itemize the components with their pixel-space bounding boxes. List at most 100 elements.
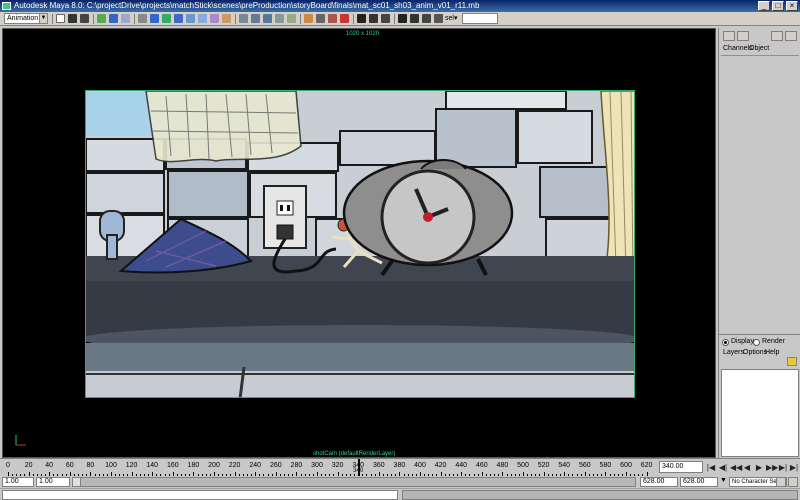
auto-key-icon[interactable] <box>776 477 786 487</box>
animation-preferences-icon[interactable] <box>788 477 798 487</box>
select-rendering-icon[interactable] <box>222 14 231 23</box>
toolbar-separator <box>52 14 53 24</box>
time-tick-label: 360 <box>372 462 385 469</box>
snap-grid-icon[interactable] <box>239 14 248 23</box>
toolbar-separator <box>353 14 354 24</box>
display-layers-radio[interactable] <box>722 339 729 346</box>
channel-box-panel: Channels Object <box>718 28 800 334</box>
lock-selection-icon[interactable] <box>138 14 147 23</box>
step-forward-frame-button[interactable]: ▶▶ <box>766 462 778 473</box>
outliner-icon[interactable] <box>398 14 407 23</box>
ipr-render-icon[interactable] <box>340 14 349 23</box>
new-scene-icon[interactable] <box>56 14 65 23</box>
camera-name-label: shotCam (defaultRenderLayer) <box>313 451 396 457</box>
select-deformations-icon[interactable] <box>198 14 207 23</box>
animation-start-field[interactable]: 1.00 <box>2 477 34 487</box>
range-slider-handle[interactable] <box>73 478 81 486</box>
time-tick-label: 620 <box>640 462 653 469</box>
mel-command-input[interactable] <box>2 490 398 500</box>
select-dynamics-icon[interactable] <box>210 14 219 23</box>
snap-curve-icon[interactable] <box>251 14 260 23</box>
render-view-icon[interactable] <box>369 14 378 23</box>
select-joints-icon[interactable] <box>162 14 171 23</box>
time-tick-label: 460 <box>475 462 488 469</box>
time-tick-label: 280 <box>290 462 303 469</box>
select-curves-icon[interactable] <box>174 14 183 23</box>
status-line: Animation ▼ sel▾ <box>0 12 800 26</box>
menu-help[interactable]: Help <box>765 349 779 356</box>
construction-history-icon[interactable] <box>304 14 313 23</box>
time-slider-track[interactable]: 0 20 40 60 80 100 120 140 160 180 200 220 240 260 280 3… <box>2 459 658 477</box>
select-object-icon[interactable] <box>109 14 118 23</box>
time-tick-label: 60 <box>65 462 74 469</box>
time-tick-label: 380 <box>393 462 406 469</box>
maximize-button[interactable]: □ <box>772 1 784 11</box>
time-slider[interactable]: 0 20 40 60 80 100 120 140 160 180 200 220 240 260 280 3… <box>0 458 800 477</box>
snap-live-icon[interactable] <box>287 14 296 23</box>
channel-box-toggle-icon[interactable] <box>723 31 735 41</box>
window-title-bar: Autodesk Maya 8.0: C:\projectDrive\proje… <box>0 0 800 12</box>
play-backwards-button[interactable]: ◀ <box>742 462 752 473</box>
step-forward-key-button[interactable]: ▶| <box>778 462 788 473</box>
render-layers-radio[interactable] <box>753 339 760 346</box>
render-globals-icon[interactable] <box>357 14 366 23</box>
perspective-viewport[interactable]: 1020 x 1020 shotCam (defaultRenderLayer) <box>2 28 716 458</box>
go-to-start-button[interactable]: |◀ <box>706 462 716 473</box>
menu-set-dropdown[interactable]: Animation ▼ <box>4 13 48 24</box>
render-current-frame-icon[interactable] <box>328 14 337 23</box>
playback-end-field[interactable]: 628.00 <box>640 477 678 487</box>
chevron-down-icon[interactable]: ▼ <box>39 14 47 23</box>
time-tick-label: 160 <box>166 462 179 469</box>
time-tick-label: 260 <box>269 462 282 469</box>
go-to-end-button[interactable]: ▶| <box>789 462 799 473</box>
animation-end-field[interactable]: 628.00 <box>680 477 718 487</box>
snap-point-icon[interactable] <box>263 14 272 23</box>
step-back-key-button[interactable]: ◀| <box>718 462 728 473</box>
layer-editor-panel: Display Render Layers Options Help <box>718 334 800 458</box>
play-forwards-button[interactable]: ▶ <box>754 462 764 473</box>
time-tick-label: 200 <box>208 462 220 469</box>
layer-list[interactable] <box>721 369 799 457</box>
playback-start-field[interactable]: 1.00 <box>36 477 70 487</box>
time-tick-label: 440 <box>455 462 468 469</box>
select-surfaces-icon[interactable] <box>186 14 195 23</box>
character-set-dropdown-icon[interactable]: ▼ <box>720 477 728 487</box>
time-tick-label: 40 <box>45 462 54 469</box>
select-component-icon[interactable] <box>121 14 130 23</box>
render-label: Render <box>762 338 785 345</box>
graph-editor-icon[interactable] <box>410 14 419 23</box>
dope-sheet-icon[interactable] <box>422 14 431 23</box>
time-tick-label: 320 <box>331 462 344 469</box>
menu-options[interactable]: Options <box>743 349 767 356</box>
open-scene-icon[interactable] <box>68 14 77 23</box>
quick-selection-field[interactable] <box>462 13 498 24</box>
tool-settings-icon[interactable] <box>771 31 783 41</box>
current-frame-field[interactable]: 340.00 <box>659 461 703 473</box>
quick-selection-label[interactable]: sel▾ <box>445 14 457 22</box>
toolbar-separator <box>235 14 236 24</box>
step-back-frame-button[interactable]: ◀◀ <box>730 462 742 473</box>
attribute-editor-toggle-icon[interactable] <box>737 31 749 41</box>
input-output-icon[interactable] <box>316 14 325 23</box>
select-hierarchy-icon[interactable] <box>97 14 106 23</box>
new-layer-icon[interactable] <box>787 357 797 366</box>
time-tick-label: 560 <box>578 462 591 469</box>
close-button[interactable]: × <box>786 1 798 11</box>
range-slider-bar[interactable] <box>72 477 636 487</box>
minimize-button[interactable]: _ <box>758 1 770 11</box>
save-scene-icon[interactable] <box>80 14 89 23</box>
trax-editor-icon[interactable] <box>434 14 443 23</box>
channel-list[interactable] <box>721 55 799 331</box>
command-result-field <box>402 490 798 500</box>
layer-editor-toggle-icon[interactable] <box>785 31 797 41</box>
current-frame-marker-label: 340 <box>353 468 364 474</box>
menu-layers[interactable]: Layers <box>723 349 744 356</box>
time-tick-label: 120 <box>125 462 138 469</box>
time-tick-label: 480 <box>496 462 509 469</box>
hypershade-icon[interactable] <box>381 14 390 23</box>
select-handles-icon[interactable] <box>150 14 159 23</box>
snap-plane-icon[interactable] <box>275 14 284 23</box>
menu-set-value: Animation <box>7 15 39 22</box>
time-tick-label: 20 <box>24 462 33 469</box>
menu-object[interactable]: Object <box>749 45 769 52</box>
